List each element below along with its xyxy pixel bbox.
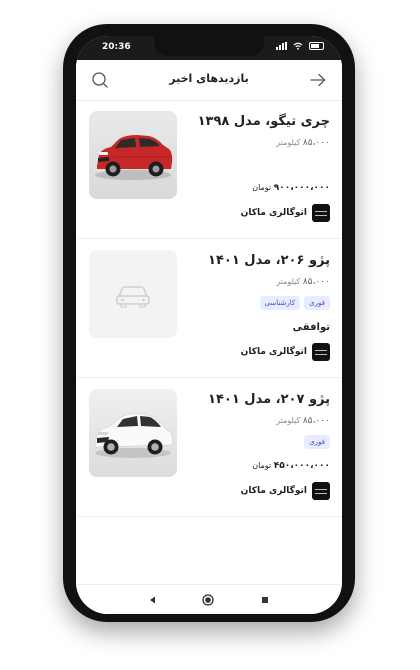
listing-mileage: ۸۵،۰۰۰ کیلومتر bbox=[276, 416, 330, 426]
listing-price: توافقی bbox=[293, 322, 330, 333]
mileage-unit: کیلومتر bbox=[276, 277, 301, 286]
listing-mileage: ۸۵،۰۰۰ کیلومتر bbox=[276, 138, 330, 148]
status-time: 20:36 bbox=[102, 42, 131, 52]
listing-title: پژو ۲۰۶، مدل ۱۴۰۱ bbox=[208, 253, 330, 268]
tag-urgent: فوری bbox=[304, 435, 330, 449]
listing-price: ۴۵۰،۰۰۰،۰۰۰ تومان bbox=[252, 461, 330, 471]
camera-notch bbox=[154, 36, 264, 56]
dealer-logo bbox=[312, 204, 330, 222]
red-suv-image bbox=[95, 135, 173, 180]
mileage-value: ۸۵،۰۰۰ bbox=[302, 416, 330, 426]
dealer-name: اتوگالری ماکان bbox=[240, 208, 307, 218]
triangle-back-icon bbox=[150, 596, 155, 604]
car-placeholder-icon bbox=[116, 286, 150, 308]
listing-card[interactable]: پژو ۲۰۷، مدل ۱۴۰۱ ۸۵،۰۰۰ کیلومتر فوری ۴۵… bbox=[76, 378, 342, 517]
dealer-info[interactable]: اتوگالری ماکان bbox=[241, 204, 330, 222]
price-unit: تومان bbox=[252, 461, 272, 470]
battery-icon bbox=[309, 42, 324, 50]
signal-icon bbox=[276, 42, 287, 50]
nav-recents-button[interactable] bbox=[257, 592, 273, 608]
dealer-name: اتوگالری ماکان bbox=[240, 486, 307, 496]
tag-inspected: کارشناسی bbox=[259, 296, 301, 310]
nav-back-button[interactable] bbox=[145, 592, 161, 608]
listing-title: پژو ۲۰۷، مدل ۱۴۰۱ bbox=[208, 392, 330, 407]
system-nav-bar bbox=[76, 584, 342, 614]
arrow-right-icon bbox=[310, 73, 326, 87]
listing-tags: فوری bbox=[304, 435, 330, 449]
circle-home-icon bbox=[202, 594, 214, 606]
status-icons bbox=[276, 42, 324, 50]
square-recents-icon bbox=[262, 597, 268, 603]
back-button[interactable] bbox=[308, 70, 328, 90]
tag-urgent: فوری bbox=[304, 296, 330, 310]
price-unit: تومان bbox=[252, 183, 272, 192]
page-title: بازدیدهای اخیر bbox=[169, 72, 249, 85]
listing-title: چری تیگو، مدل ۱۳۹۸ bbox=[197, 114, 330, 129]
mileage-unit: کیلومتر bbox=[276, 416, 301, 425]
listing-card[interactable]: چری تیگو، مدل ۱۳۹۸ ۸۵،۰۰۰ کیلومتر ۹۰۰،۰۰… bbox=[76, 100, 342, 239]
listing-image bbox=[89, 250, 177, 338]
mileage-value: ۸۵،۰۰۰ bbox=[302, 138, 330, 148]
price-value: ۹۰۰،۰۰۰،۰۰۰ bbox=[273, 183, 330, 193]
white-hatchback-image bbox=[94, 413, 173, 458]
listing-mileage: ۸۵،۰۰۰ کیلومتر bbox=[276, 277, 330, 287]
listing-price: ۹۰۰،۰۰۰،۰۰۰ تومان bbox=[252, 183, 330, 193]
dealer-logo bbox=[312, 343, 330, 361]
status-bar: 20:36 bbox=[76, 36, 342, 60]
wifi-icon bbox=[293, 42, 303, 50]
listing-image bbox=[89, 111, 177, 199]
nav-home-button[interactable] bbox=[200, 592, 216, 608]
listing-tags: فوری کارشناسی bbox=[259, 296, 330, 310]
price-negotiable: توافقی bbox=[292, 322, 330, 333]
mileage-value: ۸۵،۰۰۰ bbox=[302, 277, 330, 287]
dealer-info[interactable]: اتوگالری ماکان bbox=[241, 343, 330, 361]
dealer-info[interactable]: اتوگالری ماکان bbox=[241, 482, 330, 500]
dealer-name: اتوگالری ماکان bbox=[240, 347, 307, 357]
app-header: بازدیدهای اخیر bbox=[76, 60, 342, 101]
listing-image bbox=[89, 389, 177, 477]
mileage-unit: کیلومتر bbox=[276, 138, 301, 147]
app-screen: 20:36 بازدیدهای اخیر چری تیگو، مدل ۱۳۹۸ … bbox=[76, 36, 342, 614]
listing-card[interactable]: پژو ۲۰۶، مدل ۱۴۰۱ ۸۵،۰۰۰ کیلومتر فوری کا… bbox=[76, 239, 342, 378]
price-value: ۴۵۰،۰۰۰،۰۰۰ bbox=[273, 461, 330, 471]
dealer-logo bbox=[312, 482, 330, 500]
